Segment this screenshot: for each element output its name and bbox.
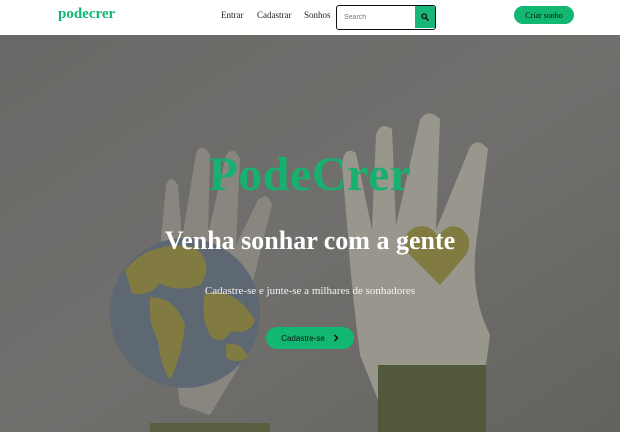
chevron-right-icon xyxy=(333,334,339,342)
hero-section: PodeCrer Venha sonhar com a gente Cadast… xyxy=(0,35,620,432)
hero-description: Cadastre-se e junte-se a milhares de son… xyxy=(204,285,416,297)
create-dream-button[interactable]: Criar sonho xyxy=(514,6,574,24)
brand-logo[interactable]: podecrer xyxy=(58,6,115,23)
nav-link-entrar[interactable]: Entrar xyxy=(221,10,244,20)
signup-button[interactable]: Cadastre-se xyxy=(266,327,354,349)
signup-button-label: Cadastre-se xyxy=(281,333,325,343)
search-icon xyxy=(421,13,429,21)
search-box xyxy=(336,5,436,30)
top-navbar: podecrer Entrar Cadastrar Sonhos Criar s… xyxy=(0,0,620,35)
search-input[interactable] xyxy=(337,6,422,28)
hero-title: PodeCrer xyxy=(208,148,412,201)
nav-link-sonhos[interactable]: Sonhos xyxy=(304,10,331,20)
search-button[interactable] xyxy=(415,6,435,28)
nav-link-cadastrar[interactable]: Cadastrar xyxy=(257,10,291,20)
hero-subtitle: Venha sonhar com a gente xyxy=(164,226,456,255)
